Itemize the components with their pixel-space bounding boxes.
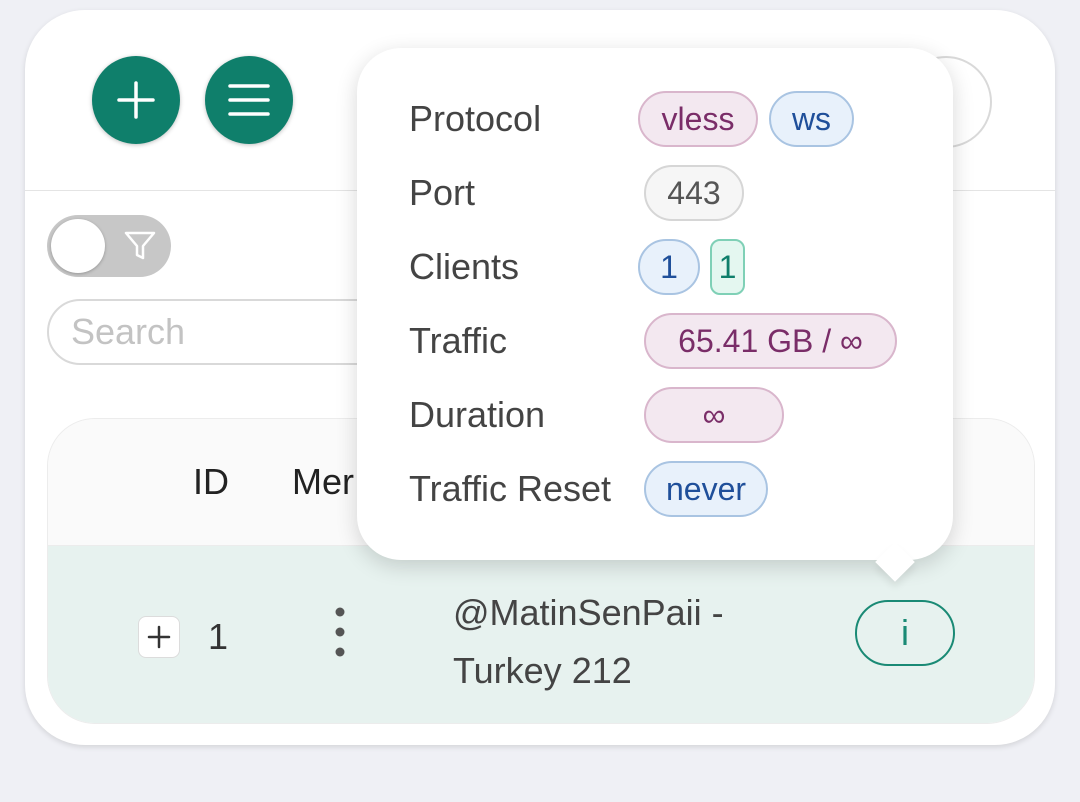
protocol-label: Protocol <box>409 98 542 139</box>
clients-online-tag: 1 <box>710 239 745 295</box>
inbound-info-popover: Protocol vless ws Port 443 Clients 1 1 T… <box>357 48 953 582</box>
menu-button[interactable] <box>205 56 293 144</box>
network-tag: ws <box>769 91 854 147</box>
traffic-tag: 65.41 GB / ∞ <box>644 313 897 369</box>
clients-label: Clients <box>409 246 520 287</box>
filter-icon <box>124 231 156 260</box>
column-id: ID <box>193 461 229 502</box>
plus-icon <box>117 81 155 119</box>
remark-line-2: Turkey 212 <box>453 650 632 691</box>
port-tag: 443 <box>644 165 744 221</box>
toggle-knob <box>51 219 105 273</box>
port-label: Port <box>409 172 476 213</box>
info-button[interactable]: i <box>855 600 955 666</box>
search-placeholder: Search <box>71 311 186 352</box>
info-label: i <box>901 612 909 653</box>
duration-label: Duration <box>409 394 546 435</box>
row-id: 1 <box>208 616 229 657</box>
filter-toggle[interactable] <box>47 215 171 277</box>
add-inbound-button[interactable] <box>92 56 180 144</box>
column-menu: Mer <box>292 461 354 502</box>
remark-line-1: @MatinSenPaii - <box>453 592 724 633</box>
clients-total-tag: 1 <box>638 239 700 295</box>
more-vertical-icon[interactable] <box>330 604 350 664</box>
expand-row-button[interactable] <box>138 616 180 658</box>
row-remark: @MatinSenPaii - Turkey 212 <box>453 584 724 700</box>
protocol-tag: vless <box>638 91 758 147</box>
traffic-reset-label: Traffic Reset <box>409 468 612 509</box>
hamburger-icon <box>228 84 270 116</box>
traffic-label: Traffic <box>409 320 508 361</box>
traffic-reset-tag: never <box>644 461 768 517</box>
duration-tag: ∞ <box>644 387 784 443</box>
plus-icon <box>147 625 171 649</box>
